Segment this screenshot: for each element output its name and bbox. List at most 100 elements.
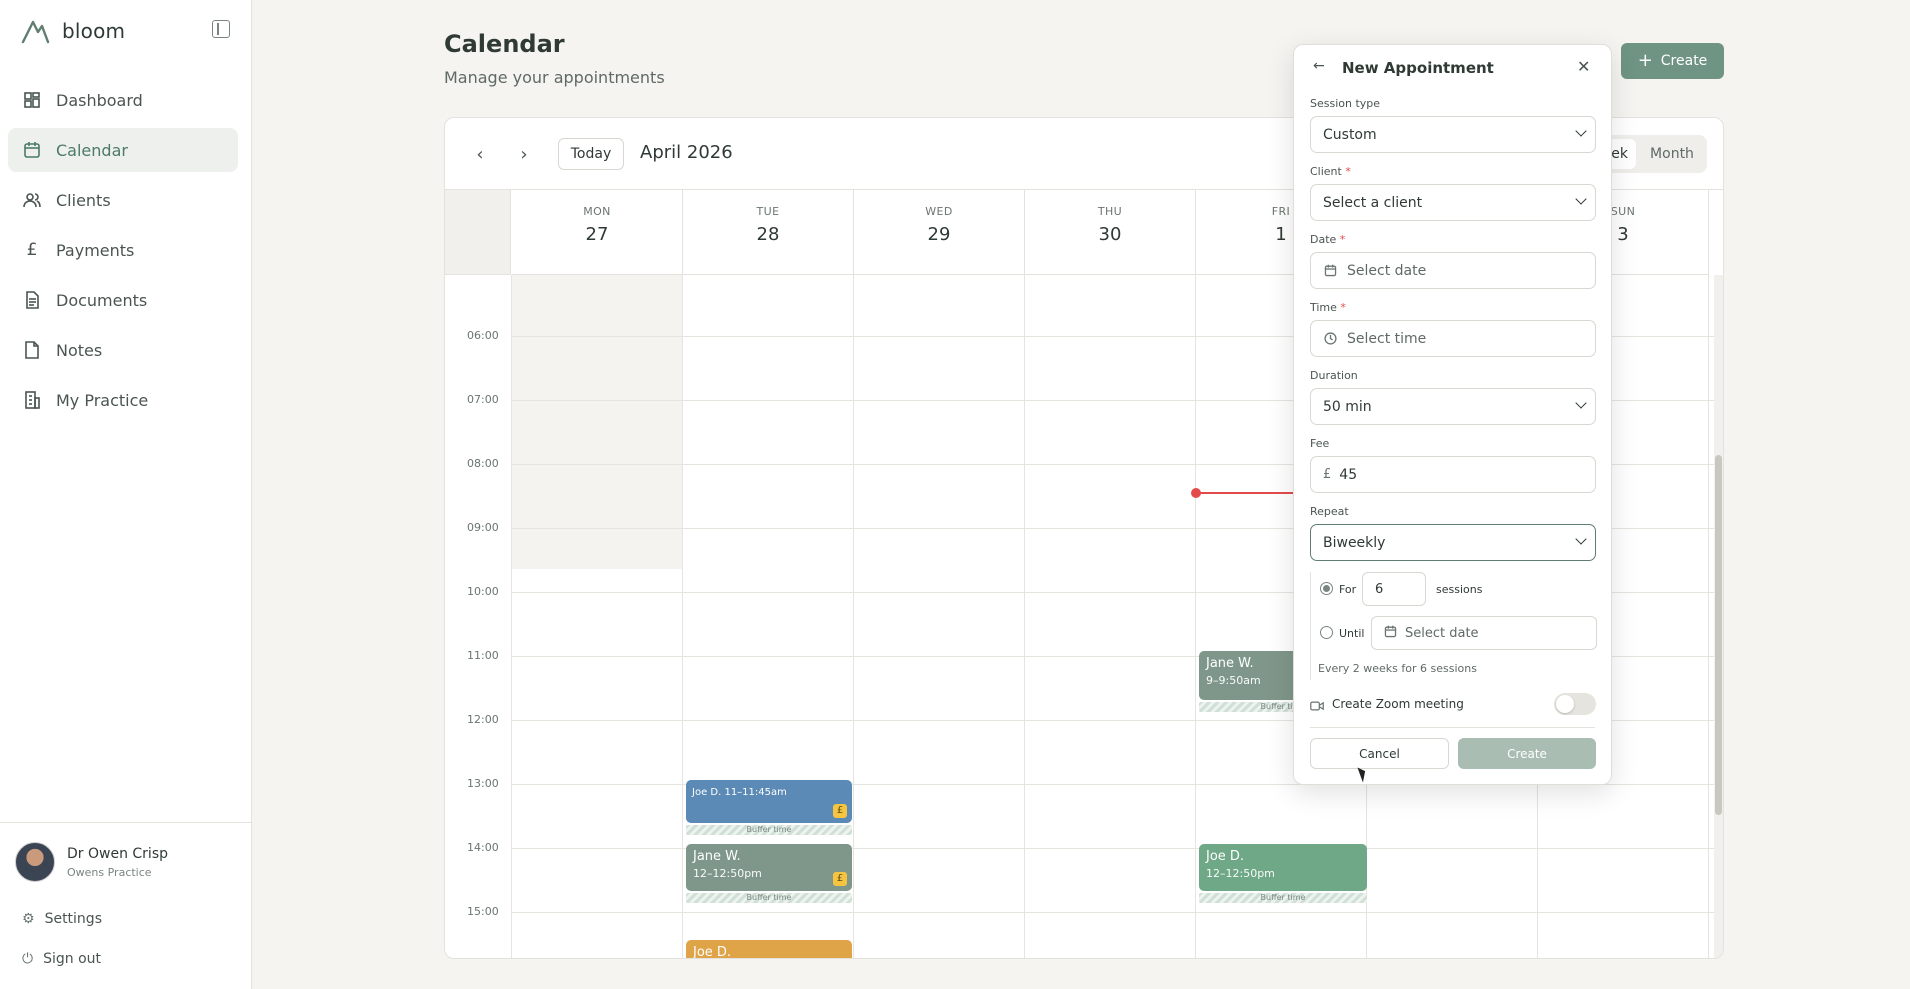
settings-link[interactable]: ⚙ Settings [22,911,102,927]
hour-label: 15:00 [467,905,499,918]
signout-link[interactable]: ⏻ Sign out [22,951,101,967]
sidebar-item-label: My Practice [56,390,149,410]
time-gutter-header [445,190,511,275]
next-week-icon[interactable]: › [514,144,534,165]
buffer-time: Buffer time [1199,893,1367,903]
column-divider [511,275,512,958]
sidebar-item-dashboard[interactable]: Dashboard [8,78,238,122]
sidebar-item-my-practice[interactable]: My Practice [8,378,238,422]
sidebar-item-payments[interactable]: £ Payments [8,228,238,272]
sessions-count-input[interactable]: 6 [1362,572,1426,606]
duration-select[interactable]: 50 min [1310,388,1596,425]
video-icon [1310,697,1324,716]
profile-practice: Owens Practice [67,865,152,879]
page-title: Calendar [444,30,565,58]
sidebar-nav: Dashboard Calendar Clients £ Payments Do… [8,78,238,428]
hour-label: 09:00 [467,521,499,534]
sidebar-item-label: Calendar [56,140,128,160]
date-placeholder: Select date [1347,262,1427,279]
hour-label: 14:00 [467,841,499,854]
users-icon [22,190,42,210]
note-icon [22,340,42,360]
sidebar-item-label: Clients [56,190,111,210]
day-header-wed[interactable]: WED 29 [854,190,1025,275]
buffer-time: Buffer time [686,825,852,835]
scrollbar-thumb[interactable] [1715,455,1722,815]
sidebar-item-clients[interactable]: Clients [8,178,238,222]
repeat-hint: Every 2 weeks for 6 sessions [1318,662,1477,675]
event-summary: Joe D. 11–11:45am [692,787,787,798]
date-field[interactable]: Select date [1310,252,1596,289]
create-button[interactable]: + Create [1621,43,1724,79]
session-type-value: Custom [1323,126,1377,143]
until-date-field[interactable]: Select date [1371,616,1597,650]
event-time: 12–12:50pm [693,867,762,880]
repeat-for-radio[interactable] [1320,582,1333,595]
back-arrow-icon[interactable]: ← [1313,58,1325,74]
hour-label: 06:00 [467,329,499,342]
new-appointment-dialog: ← New Appointment ✕ Session type Custom … [1293,44,1612,785]
chevron-down-icon [1575,533,1587,545]
day-header-thu[interactable]: THU 30 [1025,190,1196,275]
clock-icon [1323,332,1337,346]
building-icon [22,390,42,410]
fee-input[interactable]: £ 45 [1310,456,1596,493]
brand[interactable]: bloom [20,16,125,46]
time-label: Time * [1310,301,1346,314]
appointment-event[interactable]: Joe D. 12–12:50pm [1199,844,1367,891]
time-field[interactable]: Select time [1310,320,1596,357]
page-subtitle: Manage your appointments [444,68,665,87]
repeat-select[interactable]: Biweekly [1310,524,1596,561]
bloom-logo-icon [21,20,50,44]
user-profile[interactable]: Dr Owen Crisp Owens Practice [15,842,168,882]
scrollbar-track[interactable] [1714,275,1723,958]
day-header-mon[interactable]: MON 27 [512,190,683,275]
client-select[interactable]: Select a client [1310,184,1596,221]
settings-label: Settings [44,911,102,927]
repeat-for-label: For [1339,583,1357,596]
repeat-label: Repeat [1310,505,1349,518]
until-date-placeholder: Select date [1405,625,1479,641]
hour-label: 07:00 [467,393,499,406]
day-number: 29 [927,224,951,245]
dialog-title: New Appointment [1342,59,1494,77]
calendar-icon [22,140,42,160]
cancel-button[interactable]: Cancel [1310,738,1449,769]
time-label-text: Time [1310,301,1337,314]
event-time: 12–12:50pm [1206,867,1275,880]
appointment-event[interactable]: Jane W. 12–12:50pm £ [686,844,852,891]
sidebar-collapse-icon[interactable] [212,20,230,38]
appointment-event[interactable]: Joe D.1:30–2:20pm£ [686,940,852,958]
prev-week-icon[interactable]: ‹ [470,144,490,165]
hour-label: 12:00 [467,713,499,726]
chevron-down-icon [1575,193,1587,205]
fee-label: Fee [1310,437,1330,450]
view-month-button[interactable]: Month [1642,139,1702,169]
session-type-select[interactable]: Custom [1310,116,1596,153]
repeat-until-radio[interactable] [1320,626,1333,639]
day-header-tue[interactable]: TUE 28 [683,190,854,275]
power-icon: ⏻ [22,951,34,967]
today-button[interactable]: Today [558,138,624,170]
hour-label: 13:00 [467,777,499,790]
hour-label: 08:00 [467,457,499,470]
chevron-down-icon [1575,397,1587,409]
column-divider [1024,275,1025,958]
gear-icon: ⚙ [22,911,35,927]
sidebar-item-notes[interactable]: Notes [8,328,238,372]
sidebar-item-label: Notes [56,340,103,360]
column-divider [682,275,683,958]
sidebar-item-documents[interactable]: Documents [8,278,238,322]
create-appointment-button[interactable]: Create [1458,738,1596,769]
appointment-event[interactable]: Joe D. 11–11:45am £ [686,780,852,823]
plus-icon: + [1637,50,1653,71]
chevron-down-icon [1575,125,1587,137]
hour-line [511,912,1714,913]
sidebar-item-calendar[interactable]: Calendar [8,128,238,172]
zoom-toggle[interactable] [1554,693,1596,715]
sidebar-item-label: Payments [56,240,135,260]
day-number: 30 [1098,224,1122,245]
hour-label: 10:00 [467,585,499,598]
event-client: Joe D. [1206,849,1245,864]
close-icon[interactable]: ✕ [1577,57,1590,76]
